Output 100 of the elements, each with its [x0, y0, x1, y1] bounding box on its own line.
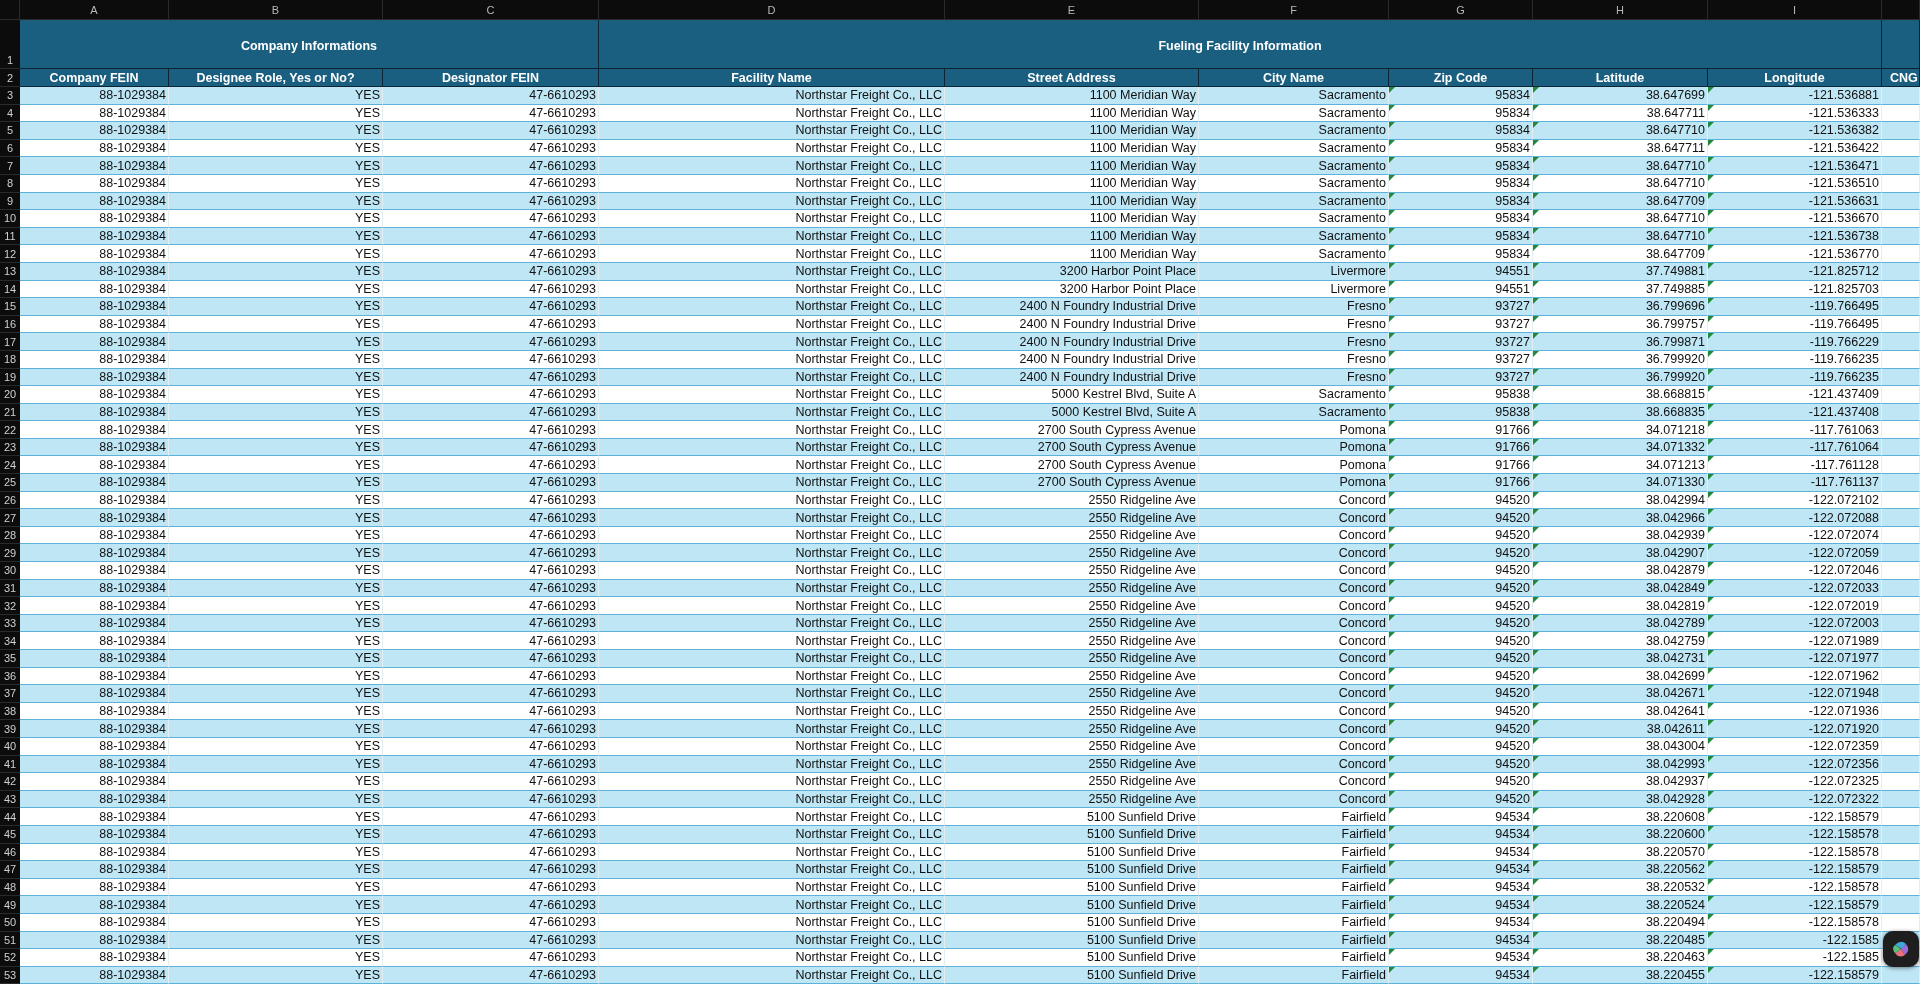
row-number[interactable]: 35 — [0, 650, 20, 668]
table-cell: 88-1029384 — [20, 544, 169, 563]
table-cell: Northstar Freight Co., LLC — [599, 720, 945, 738]
column-header: Latitude — [1533, 69, 1708, 87]
column-letter[interactable]: G — [1389, 0, 1533, 20]
table-cell: 94520 — [1389, 544, 1533, 563]
row-number[interactable]: 37 — [0, 685, 20, 703]
row-number[interactable]: 25 — [0, 474, 20, 492]
row-number[interactable]: 22 — [0, 421, 20, 439]
table-cell: 88-1029384 — [20, 650, 169, 668]
table-cell: -121.536471 — [1708, 157, 1882, 175]
assistant-button[interactable] — [1883, 931, 1919, 967]
table-cell: 2550 Ridgeline Ave — [945, 773, 1199, 791]
table-cell: 47-6610293 — [383, 650, 599, 668]
table-cell: 95834 — [1389, 122, 1533, 140]
row-number[interactable]: 7 — [0, 157, 20, 175]
table-cell: 47-6610293 — [383, 773, 599, 791]
table-cell: 95838 — [1389, 386, 1533, 404]
table-cell: 47-6610293 — [383, 157, 599, 175]
row-number[interactable]: 1 — [0, 20, 20, 69]
row-number[interactable]: 24 — [0, 456, 20, 475]
table-cell: Northstar Freight Co., LLC — [599, 509, 945, 527]
table-cell: 2400 N Foundry Industrial Drive — [945, 298, 1199, 316]
row-number[interactable]: 32 — [0, 597, 20, 615]
table-cell: 88-1029384 — [20, 597, 169, 615]
table-cell: Pomona — [1199, 474, 1389, 492]
table-cell: -122.072046 — [1708, 562, 1882, 580]
table-cell: Northstar Freight Co., LLC — [599, 456, 945, 475]
row-number[interactable]: 47 — [0, 861, 20, 879]
table-cell: 88-1029384 — [20, 421, 169, 439]
table-cell: -122.071920 — [1708, 720, 1882, 738]
column-letter[interactable]: E — [945, 0, 1199, 20]
table-cell: 47-6610293 — [383, 386, 599, 404]
table-cell: 94520 — [1389, 650, 1533, 668]
column-letter[interactable]: A — [20, 0, 169, 20]
column-letter[interactable]: B — [169, 0, 383, 20]
column-letter[interactable]: F — [1199, 0, 1389, 20]
column-header: Facility Name — [599, 69, 945, 87]
row-number[interactable]: 15 — [0, 298, 20, 316]
table-cell: YES — [169, 685, 383, 703]
table-cell: 2550 Ridgeline Ave — [945, 685, 1199, 703]
table-cell: 88-1029384 — [20, 157, 169, 175]
row-number[interactable]: 30 — [0, 562, 20, 580]
row-number[interactable]: 5 — [0, 122, 20, 140]
table-cell: 88-1029384 — [20, 386, 169, 404]
column-header: Zip Code — [1389, 69, 1533, 87]
column-letter[interactable]: C — [383, 0, 599, 20]
table-cell: Fresno — [1199, 333, 1389, 351]
table-cell: 88-1029384 — [20, 474, 169, 492]
table-cell: 38.647699 — [1533, 87, 1708, 105]
table-cell: 47-6610293 — [383, 298, 599, 316]
table-cell: YES — [169, 157, 383, 175]
row-number[interactable]: 42 — [0, 773, 20, 791]
table-cell: 47-6610293 — [383, 562, 599, 580]
table-cell: Concord — [1199, 562, 1389, 580]
row-number[interactable]: 20 — [0, 386, 20, 404]
column-letter[interactable]: D — [599, 0, 945, 20]
table-cell: 36.799696 — [1533, 298, 1708, 316]
column-header: Street Address — [945, 69, 1199, 87]
table-cell: Sacramento — [1199, 210, 1389, 228]
row-number[interactable]: 10 — [0, 210, 20, 228]
table-cell: Northstar Freight Co., LLC — [599, 896, 945, 914]
table-cell: YES — [169, 720, 383, 738]
table-cell: 1100 Meridian Way — [945, 157, 1199, 175]
column-letter[interactable]: H — [1533, 0, 1708, 20]
row-number[interactable]: 34 — [0, 632, 20, 650]
table-cell: 47-6610293 — [383, 122, 599, 140]
table-cell: -119.766495 — [1708, 298, 1882, 316]
table-cell: Pomona — [1199, 421, 1389, 439]
table-cell: 47-6610293 — [383, 896, 599, 914]
table-cell: 95834 — [1389, 87, 1533, 105]
table-cell: 91766 — [1389, 421, 1533, 439]
row-number[interactable]: 52 — [0, 949, 20, 967]
row-number[interactable]: 29 — [0, 544, 20, 563]
table-cell: Sacramento — [1199, 157, 1389, 175]
row-number[interactable]: 17 — [0, 333, 20, 351]
table-cell: -121.437409 — [1708, 386, 1882, 404]
table-cell: 47-6610293 — [383, 685, 599, 703]
row-number[interactable]: 3 — [0, 87, 20, 105]
table-cell: 38.042671 — [1533, 685, 1708, 703]
table-cell: 1100 Meridian Way — [945, 245, 1199, 263]
table-cell: 2550 Ridgeline Ave — [945, 544, 1199, 563]
table-cell: YES — [169, 597, 383, 615]
table-cell: 95834 — [1389, 245, 1533, 263]
column-header: CNG — [1882, 69, 1920, 87]
column-letter[interactable]: I — [1708, 0, 1882, 20]
row-number[interactable]: 39 — [0, 720, 20, 738]
row-number[interactable]: 12 — [0, 245, 20, 263]
table-cell: 2550 Ridgeline Ave — [945, 632, 1199, 650]
row-number[interactable]: 49 — [0, 896, 20, 914]
table-cell: 88-1029384 — [20, 333, 169, 351]
column-header: Designee Role, Yes or No? — [169, 69, 383, 87]
table-cell: Northstar Freight Co., LLC — [599, 808, 945, 826]
row-number[interactable]: 44 — [0, 808, 20, 826]
table-cell: YES — [169, 632, 383, 650]
table-cell: 88-1029384 — [20, 720, 169, 738]
table-cell: -122.158579 — [1708, 808, 1882, 826]
table-cell: 1100 Meridian Way — [945, 122, 1199, 140]
row-number[interactable]: 27 — [0, 509, 20, 527]
row-number[interactable]: 2 — [0, 69, 20, 87]
